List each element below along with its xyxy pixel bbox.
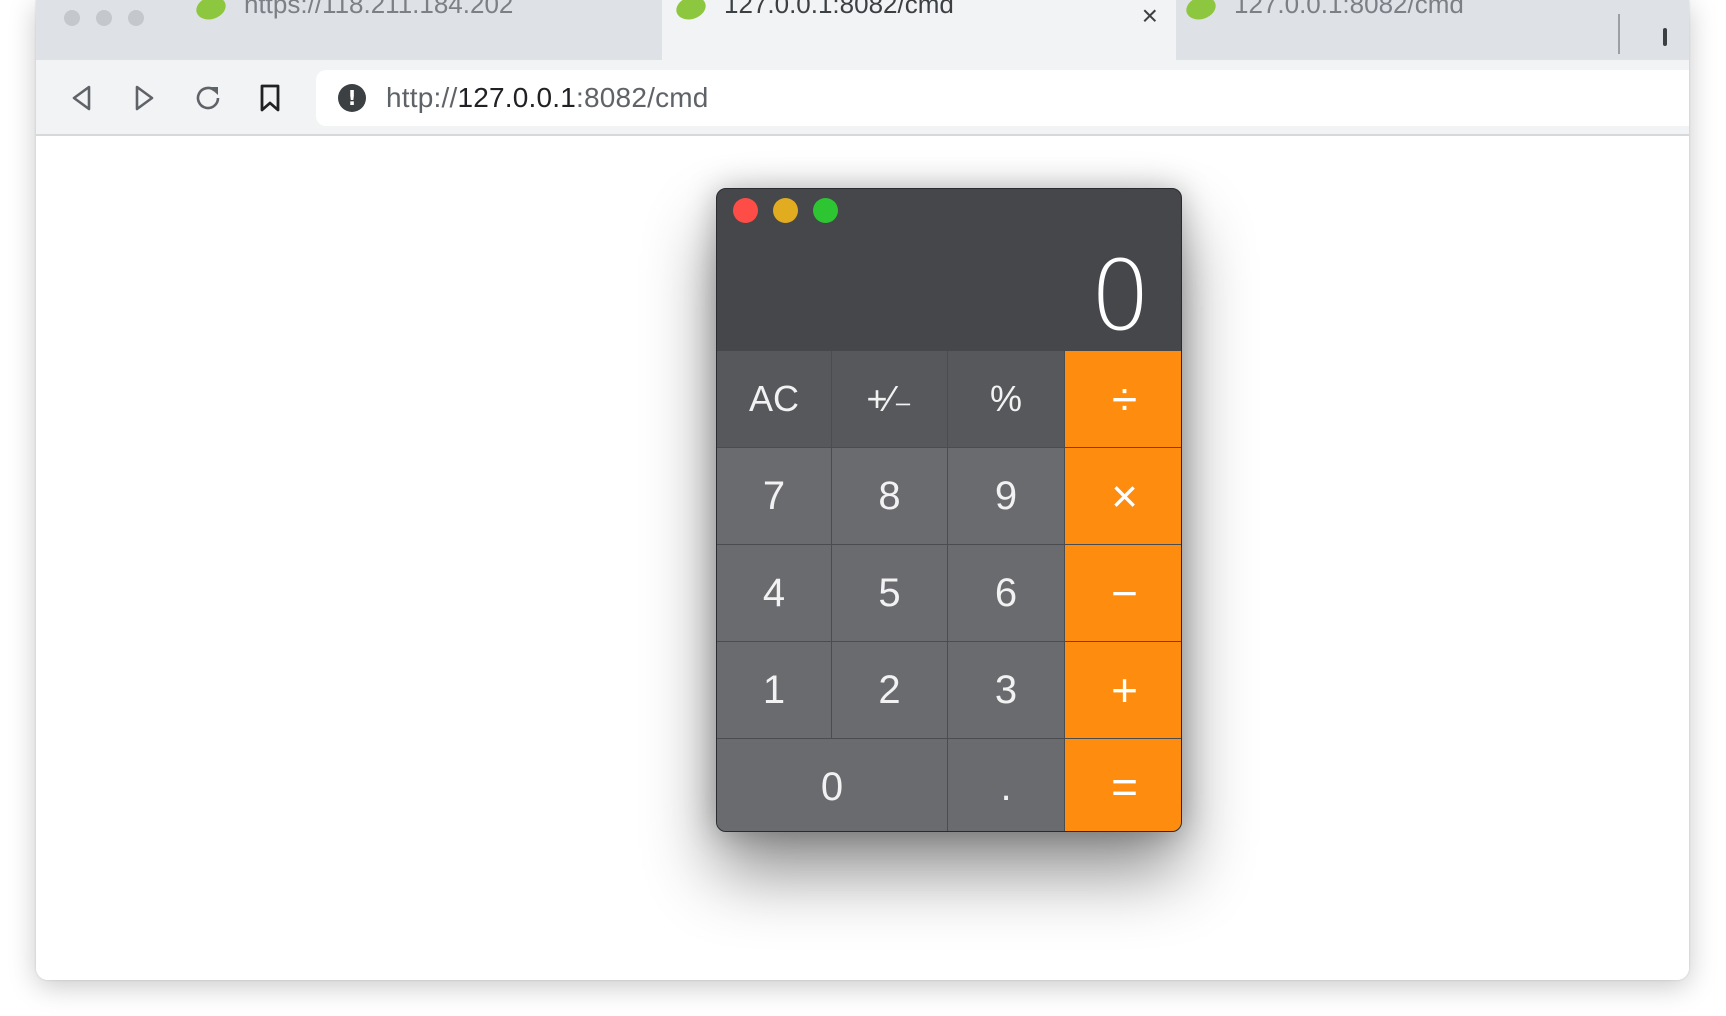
tab-1[interactable]: https://118.211.184.202 [196, 0, 696, 60]
window-zoom-control[interactable] [128, 10, 144, 26]
tab-2-active[interactable]: 127.0.0.1:8082/cmd × [662, 0, 1176, 60]
all-clear-button[interactable]: AC [717, 351, 831, 447]
not-secure-icon[interactable]: ! [338, 84, 366, 112]
percent-button[interactable]: % [948, 351, 1064, 447]
back-button[interactable] [62, 78, 102, 118]
bookmark-icon [260, 84, 280, 112]
tab-label: 127.0.0.1:8082/cmd [1234, 0, 1464, 19]
digit-6-button[interactable]: 6 [948, 545, 1064, 641]
subtract-button[interactable]: − [1065, 545, 1181, 641]
sign-toggle-button[interactable]: +⁄₋ [832, 351, 947, 447]
bookmark-button[interactable] [250, 78, 290, 118]
more-menu-icon[interactable] [1663, 28, 1667, 46]
close-button[interactable] [733, 198, 758, 223]
decimal-button[interactable]: . [948, 739, 1064, 831]
digit-5-button[interactable]: 5 [832, 545, 947, 641]
url-scheme: http:// [386, 82, 458, 113]
url-text[interactable]: http://127.0.0.1:8082/cmd [386, 82, 709, 114]
favicon-icon [673, 0, 709, 24]
digit-4-button[interactable]: 4 [717, 545, 831, 641]
tab-3[interactable]: 127.0.0.1:8082/cmd [1186, 0, 1636, 60]
forward-button[interactable] [124, 78, 164, 118]
multiply-button[interactable]: × [1065, 448, 1181, 544]
window-close-control[interactable] [64, 10, 80, 26]
calculator-keypad: AC +⁄₋% ÷ 7 8 9 × 4 5 6− 1 2 3 +0. = [717, 351, 1181, 831]
address-bar[interactable]: ! http://127.0.0.1:8082/cmd [316, 70, 1689, 126]
digit-1-button[interactable]: 1 [717, 642, 831, 738]
back-arrow-icon [72, 85, 91, 111]
tab-label: https://118.211.184.202 [244, 0, 514, 19]
maximize-button[interactable] [813, 198, 838, 223]
favicon-icon [1186, 0, 1219, 24]
digit-2-button[interactable]: 2 [832, 642, 947, 738]
url-host: 127.0.0.1 [457, 82, 577, 113]
reload-icon [196, 86, 220, 110]
tab-strip: https://118.211.184.202 127.0.0.1:8082/c… [36, 0, 1689, 60]
tab-close-icon[interactable]: × [1142, 2, 1158, 30]
digit-8-button[interactable]: 8 [832, 448, 947, 544]
digit-0-button[interactable]: 0 [717, 739, 947, 831]
window-controls [64, 10, 144, 26]
favicon-icon [196, 0, 229, 24]
add-button[interactable]: + [1065, 642, 1181, 738]
digit-3-button[interactable]: 3 [948, 642, 1064, 738]
tab-label: 127.0.0.1:8082/cmd [724, 0, 954, 19]
digit-9-button[interactable]: 9 [948, 448, 1064, 544]
tab-separator [1618, 14, 1620, 54]
calculator-display: 0 [1089, 240, 1151, 352]
window-minimize-control[interactable] [96, 10, 112, 26]
equals-button[interactable]: = [1065, 739, 1181, 831]
calculator-window: 0 AC +⁄₋% ÷ 7 8 9 × 4 5 6− 1 2 3 +0. = [716, 188, 1182, 832]
forward-arrow-icon [135, 85, 154, 111]
url-path: :8082/cmd [576, 82, 709, 113]
digit-7-button[interactable]: 7 [717, 448, 831, 544]
browser-toolbar: ! http://127.0.0.1:8082/cmd [36, 60, 1689, 136]
reload-button[interactable] [188, 78, 228, 118]
minimize-button[interactable] [773, 198, 798, 223]
calculator-window-controls [733, 198, 838, 223]
divide-button[interactable]: ÷ [1065, 351, 1181, 447]
